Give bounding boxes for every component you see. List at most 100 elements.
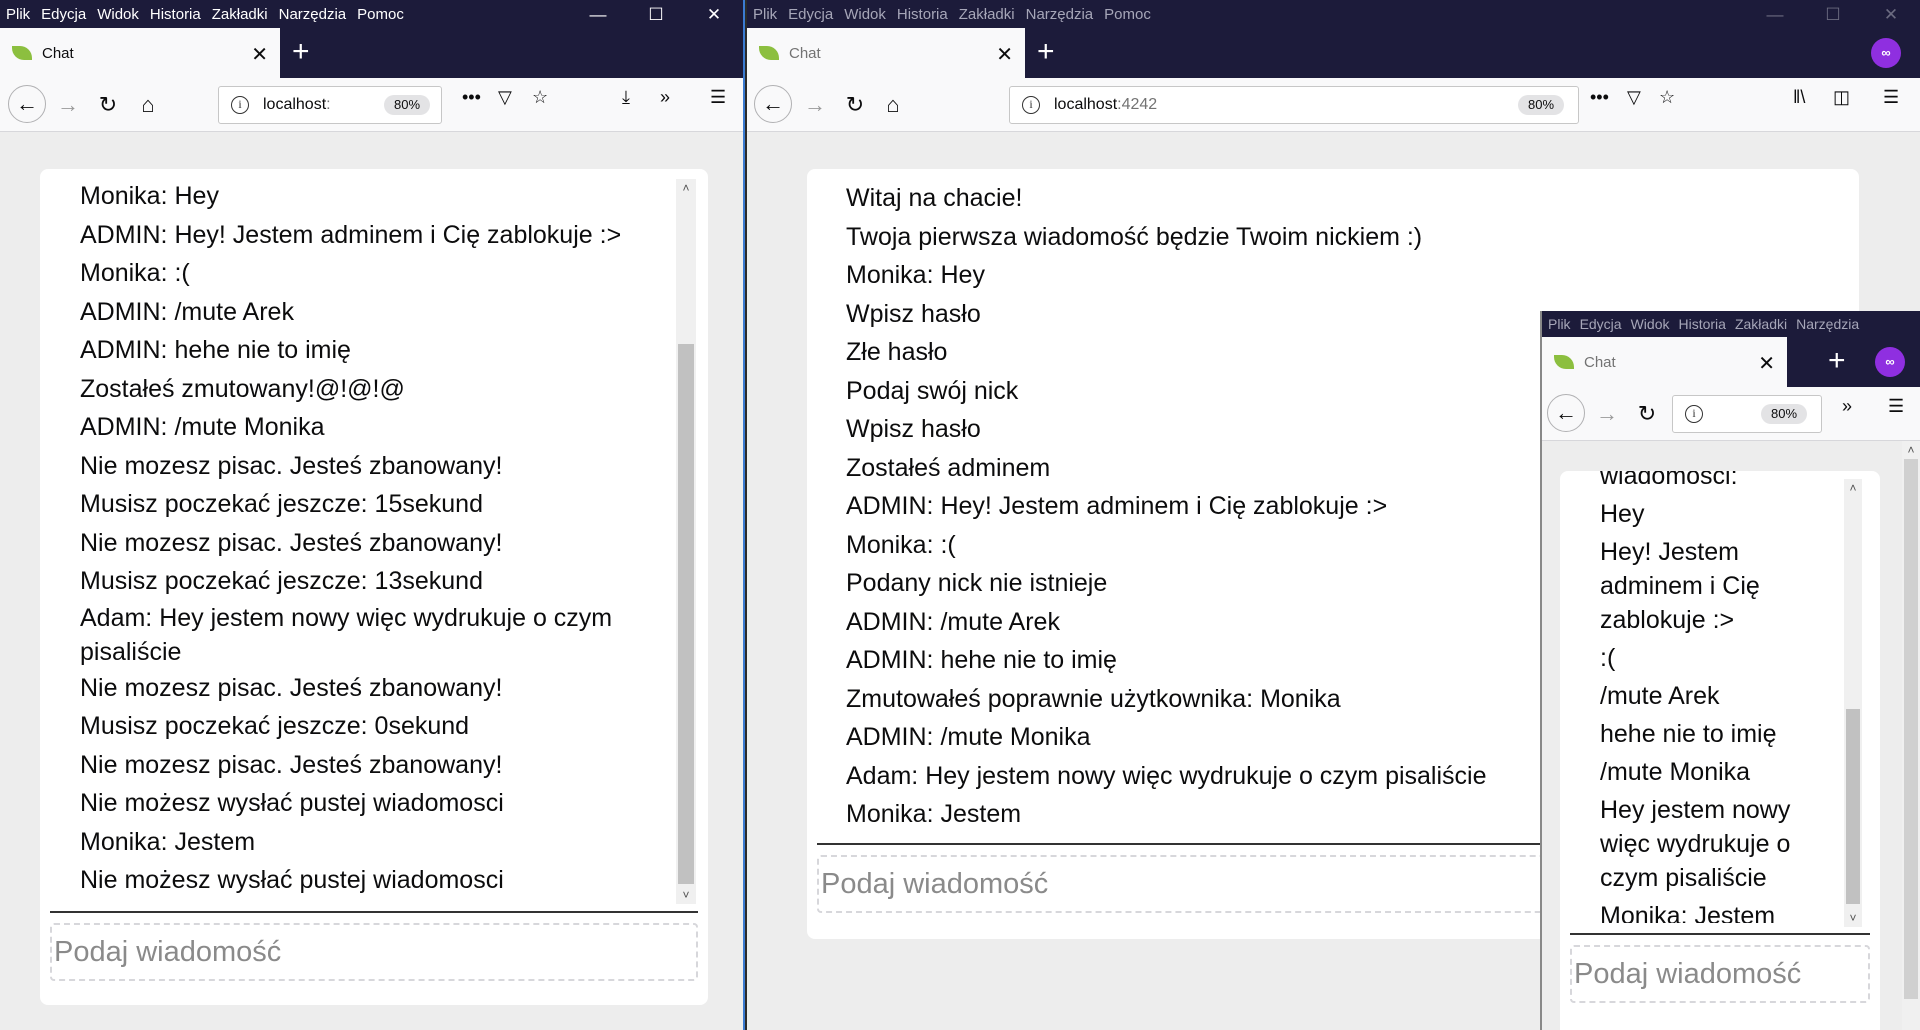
scroll-up-icon[interactable]: ˄ bbox=[676, 181, 696, 195]
url-bar[interactable]: i 80% bbox=[1672, 395, 1822, 433]
info-icon[interactable]: i bbox=[1685, 405, 1703, 423]
maximize-icon[interactable]: ☐ bbox=[627, 0, 685, 28]
url-bar[interactable]: i localhost: 80% bbox=[218, 86, 442, 124]
chat-message: zablokuje :> bbox=[1600, 606, 1735, 634]
menu-help[interactable]: Pomoc bbox=[1104, 6, 1151, 23]
menu-history[interactable]: Historia bbox=[897, 6, 948, 23]
back-arrow-icon[interactable]: ← bbox=[8, 85, 46, 123]
overflow-icon[interactable]: » bbox=[1842, 396, 1852, 417]
chat-message: ADMIN: /mute Arek bbox=[80, 297, 294, 326]
message-scrollbar[interactable]: ˄ ˅ bbox=[676, 179, 696, 904]
spring-leaf-icon bbox=[759, 46, 779, 60]
new-tab-icon[interactable]: + bbox=[1037, 35, 1055, 69]
info-icon[interactable]: i bbox=[1022, 96, 1040, 114]
chat-message: ADMIN: Hey! Jestem adminem i Cię zabloku… bbox=[80, 220, 622, 249]
menu-edit[interactable]: Edycja bbox=[41, 6, 86, 23]
message-input[interactable]: Podaj wiadomość bbox=[50, 923, 698, 981]
menu-help[interactable]: Pomoc bbox=[357, 6, 404, 23]
close-window-icon[interactable]: ✕ bbox=[1862, 0, 1920, 28]
menu-file[interactable]: Plik bbox=[753, 6, 777, 23]
menu-history[interactable]: Historia bbox=[1679, 316, 1726, 332]
bookmark-star-icon[interactable]: ☆ bbox=[532, 87, 548, 108]
hamburger-menu-icon[interactable]: ☰ bbox=[1883, 87, 1899, 108]
more-actions-icon[interactable]: ••• bbox=[1590, 87, 1609, 108]
scroll-down-icon[interactable]: ˅ bbox=[676, 888, 696, 902]
library-icon[interactable]: ‖\ bbox=[1793, 87, 1805, 108]
menu-view[interactable]: Widok bbox=[844, 6, 886, 23]
tab-chat[interactable]: Chat ✕ bbox=[1542, 337, 1787, 387]
pocket-icon[interactable]: ▽ bbox=[498, 87, 512, 108]
forward-arrow-icon[interactable]: → bbox=[795, 85, 835, 125]
reload-icon[interactable]: ↻ bbox=[1627, 394, 1667, 434]
info-icon[interactable]: i bbox=[231, 96, 249, 114]
page-scroll-up-icon[interactable]: ˄ bbox=[1902, 443, 1920, 457]
menu-view[interactable]: Widok bbox=[97, 6, 139, 23]
menu-tools[interactable]: Narzędzia bbox=[279, 6, 347, 23]
zoom-badge[interactable]: 80% bbox=[384, 95, 431, 115]
chat-message: ADMIN: hehe nie to imię bbox=[80, 336, 351, 364]
menu-edit[interactable]: Edycja bbox=[788, 6, 833, 23]
download-icon[interactable]: ⤓ bbox=[622, 87, 630, 108]
pocket-icon[interactable]: ▽ bbox=[1627, 87, 1641, 108]
chat-message: Hey bbox=[1600, 500, 1645, 528]
forward-arrow-icon[interactable]: → bbox=[1587, 394, 1627, 434]
forward-arrow-icon[interactable]: → bbox=[48, 85, 88, 125]
maximize-icon[interactable]: ☐ bbox=[1804, 0, 1862, 28]
new-tab-icon[interactable]: + bbox=[292, 35, 310, 69]
minimize-icon[interactable]: — bbox=[1746, 0, 1804, 28]
scroll-thumb[interactable] bbox=[1846, 709, 1860, 904]
hamburger-menu-icon[interactable]: ☰ bbox=[710, 87, 726, 108]
chat-message: Twoja pierwsza wiadomość będzie Twoim ni… bbox=[846, 222, 1423, 251]
home-icon[interactable]: ⌂ bbox=[128, 85, 168, 125]
new-tab-icon[interactable]: + bbox=[1828, 344, 1846, 378]
chat-message: ADMIN: /mute Monika bbox=[80, 413, 325, 441]
back-arrow-icon[interactable]: ← bbox=[754, 85, 792, 123]
menu-tools[interactable]: Narzędzia bbox=[1026, 6, 1094, 23]
overflow-icon[interactable]: » bbox=[660, 87, 670, 108]
menu-edit[interactable]: Edycja bbox=[1580, 316, 1622, 332]
hamburger-menu-icon[interactable]: ☰ bbox=[1888, 396, 1904, 417]
home-icon[interactable]: ⌂ bbox=[873, 85, 913, 125]
message-scrollbar[interactable]: ˄ ˅ bbox=[1844, 479, 1862, 927]
close-tab-icon[interactable]: ✕ bbox=[1758, 351, 1775, 376]
nav-bar: ← → ↻ ⌂ i localhost:4242 80% ••• ▽ ☆ ‖\ … bbox=[747, 78, 1920, 132]
menu-bookmarks[interactable]: Zakładki bbox=[1735, 316, 1787, 332]
menu-view[interactable]: Widok bbox=[1631, 316, 1670, 332]
url-bar[interactable]: i localhost:4242 80% bbox=[1009, 86, 1579, 124]
back-arrow-icon[interactable]: ← bbox=[1547, 394, 1585, 432]
zoom-badge[interactable]: 80% bbox=[1761, 404, 1808, 424]
message-list: Monika: Hey ADMIN: Hey! Jestem adminem i… bbox=[80, 177, 670, 904]
menu-bookmarks[interactable]: Zakładki bbox=[212, 6, 268, 23]
zoom-badge[interactable]: 80% bbox=[1518, 95, 1565, 115]
menu-bookmarks[interactable]: Zakładki bbox=[959, 6, 1015, 23]
page-scroll-thumb[interactable] bbox=[1904, 459, 1918, 999]
scroll-up-icon[interactable]: ˄ bbox=[1844, 481, 1862, 495]
chat-message: Nie mozesz pisac. Jesteś zbanowany! bbox=[80, 451, 503, 480]
minimize-icon[interactable]: — bbox=[569, 0, 627, 28]
url-host: localhost bbox=[263, 96, 327, 113]
scroll-thumb[interactable] bbox=[678, 344, 694, 884]
reload-icon[interactable]: ↻ bbox=[835, 85, 875, 125]
close-tab-icon[interactable]: ✕ bbox=[251, 42, 268, 67]
more-actions-icon[interactable]: ••• bbox=[462, 87, 481, 108]
sidebar-icon[interactable]: ◫ bbox=[1833, 87, 1850, 108]
menu-history[interactable]: Historia bbox=[150, 6, 201, 23]
message-input[interactable]: Podaj wiadomość bbox=[1570, 945, 1870, 1003]
window-controls: — ☐ ✕ bbox=[1746, 0, 1920, 28]
menu-file[interactable]: Plik bbox=[1548, 316, 1571, 332]
chat-message: adminem i Cię bbox=[1600, 572, 1760, 600]
menu-file[interactable]: Plik bbox=[6, 6, 30, 23]
close-tab-icon[interactable]: ✕ bbox=[996, 42, 1013, 67]
tab-chat[interactable]: Chat ✕ bbox=[747, 28, 1025, 78]
page-scrollbar[interactable]: ˄ bbox=[1902, 441, 1920, 1030]
reload-icon[interactable]: ↻ bbox=[88, 85, 128, 125]
menu-bar: Plik Edycja Widok Historia Zakładki Narz… bbox=[1542, 311, 1920, 337]
scroll-down-icon[interactable]: ˅ bbox=[1844, 911, 1862, 925]
bookmark-star-icon[interactable]: ☆ bbox=[1659, 87, 1675, 108]
tab-chat[interactable]: Chat ✕ bbox=[0, 28, 280, 78]
url-port: :4242 bbox=[1117, 96, 1158, 113]
close-window-icon[interactable]: ✕ bbox=[685, 0, 743, 28]
menu-tools[interactable]: Narzędzia bbox=[1796, 316, 1859, 332]
separator-line bbox=[1570, 933, 1870, 935]
chat-message: Monika: :( bbox=[80, 259, 190, 287]
